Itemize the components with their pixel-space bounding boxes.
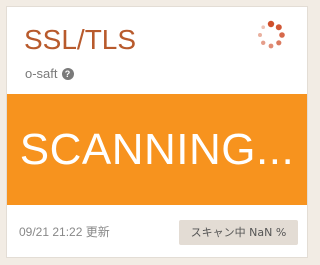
scan-card: SSL/TLS o-saft ? SCANNING... 09/21 21:22… (6, 6, 308, 258)
help-icon[interactable]: ? (61, 68, 74, 80)
spinner-dot (275, 24, 282, 31)
spinner-dot (261, 40, 266, 45)
spinner-dot (267, 20, 275, 28)
spinner-dot (268, 43, 274, 49)
spinner-dot (258, 33, 262, 37)
loading-spinner-icon (258, 20, 285, 49)
status-panel: SCANNING... (7, 94, 307, 205)
source-label: o-saft (25, 66, 58, 81)
updated-timestamp: 09/21 21:22 更新 (19, 225, 110, 239)
spinner-dot (261, 25, 265, 29)
spinner-dot (279, 32, 285, 38)
status-text: SCANNING... (19, 124, 295, 174)
card-footer: 09/21 21:22 更新 スキャン中 NaN % (7, 205, 307, 257)
spinner-dot (276, 40, 282, 46)
progress-badge: スキャン中 NaN % (179, 220, 298, 245)
source-line: o-saft ? (25, 66, 74, 82)
card-title: SSL/TLS (24, 24, 137, 55)
